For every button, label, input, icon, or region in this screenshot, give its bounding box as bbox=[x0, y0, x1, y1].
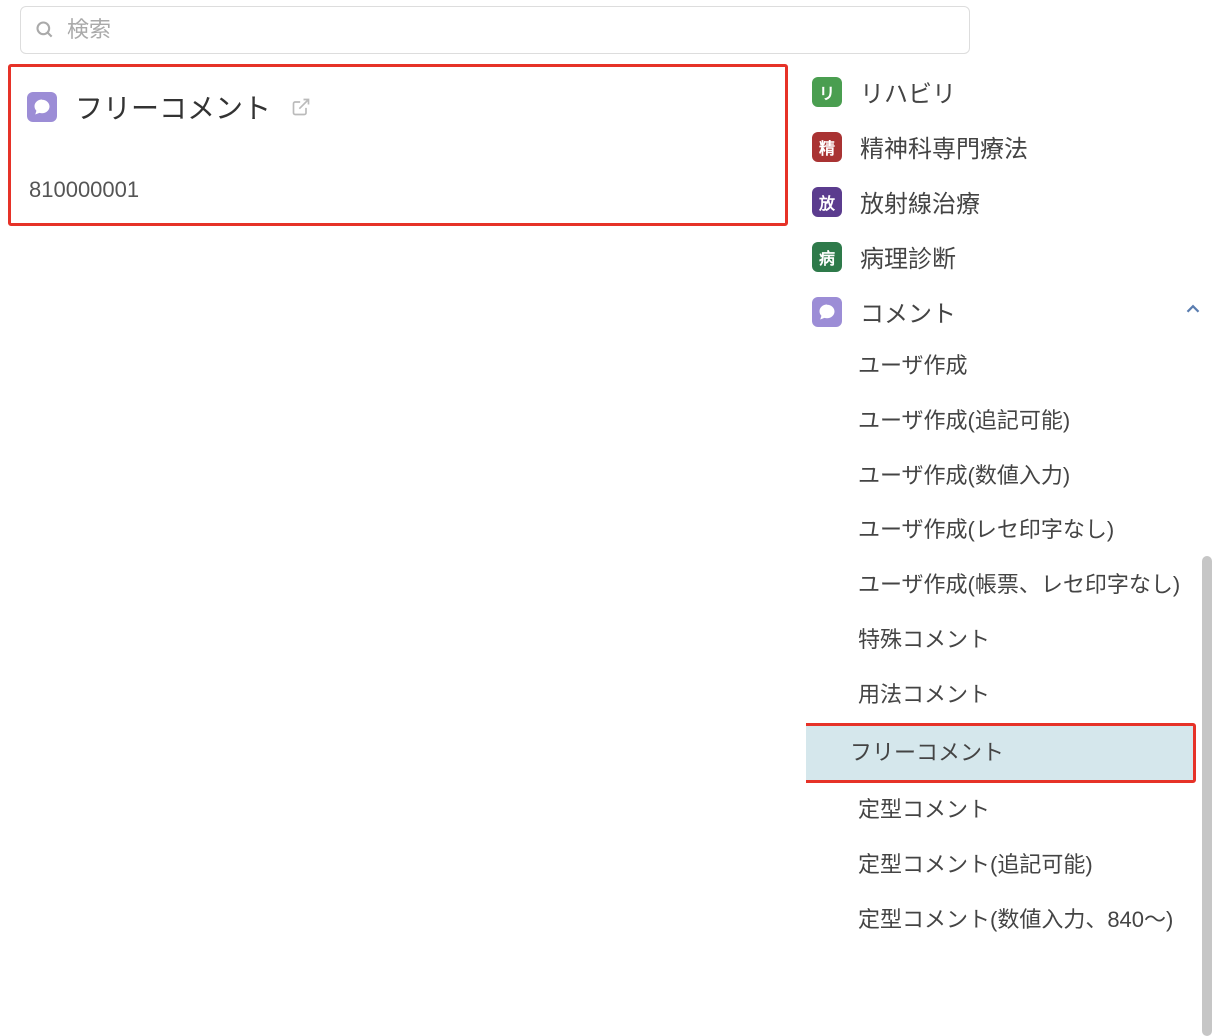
comment-badge-icon bbox=[812, 297, 842, 327]
comment-header: フリーコメント bbox=[21, 87, 775, 127]
sidebar-category-path[interactable]: 病 病理診断 bbox=[806, 229, 1214, 284]
rehab-badge-icon: リ bbox=[812, 77, 842, 107]
sidebar-category-radio[interactable]: 放 放射線治療 bbox=[806, 174, 1214, 229]
comment-code: 810000001 bbox=[29, 177, 775, 203]
sidebar: リ リハビリ 精 精神科専門療法 放 放射線治療 病 病理診断 コメント bbox=[806, 64, 1214, 968]
comment-sub-items: ユーザ作成 ユーザ作成(追記可能) ユーザ作成(数値入力) ユーザ作成(レセ印字… bbox=[806, 339, 1214, 948]
sub-item-usage-comment[interactable]: 用法コメント bbox=[850, 668, 1214, 723]
sub-item-user-create-form-noprint[interactable]: ユーザ作成(帳票、レセ印字なし) bbox=[850, 558, 1214, 613]
external-link-icon[interactable] bbox=[291, 97, 311, 117]
left-panel: フリーコメント 810000001 bbox=[0, 64, 788, 968]
main-layout: フリーコメント 810000001 リ リハビリ 精 精神科専門療法 放 bbox=[0, 64, 1214, 968]
scrollbar-thumb[interactable] bbox=[1202, 556, 1212, 1036]
category-label: コメント bbox=[860, 294, 956, 329]
sidebar-category-rehab[interactable]: リ リハビリ bbox=[806, 64, 1214, 119]
free-comment-card: フリーコメント 810000001 bbox=[8, 64, 788, 226]
search-bar[interactable] bbox=[20, 6, 970, 54]
comment-bubble-icon bbox=[27, 92, 57, 122]
sub-item-fixed-comment-append[interactable]: 定型コメント(追記可能) bbox=[850, 838, 1214, 893]
search-input[interactable] bbox=[67, 17, 955, 43]
scrollbar-track[interactable] bbox=[1200, 76, 1214, 980]
sub-item-user-create[interactable]: ユーザ作成 bbox=[850, 339, 1214, 394]
radio-badge-icon: 放 bbox=[812, 187, 842, 217]
sub-item-free-comment[interactable]: フリーコメント bbox=[806, 723, 1196, 784]
psych-badge-icon: 精 bbox=[812, 132, 842, 162]
category-label: 放射線治療 bbox=[860, 184, 980, 219]
sub-item-special-comment[interactable]: 特殊コメント bbox=[850, 613, 1214, 668]
path-badge-icon: 病 bbox=[812, 242, 842, 272]
category-label: リハビリ bbox=[860, 74, 956, 109]
category-label: 精神科専門療法 bbox=[860, 129, 1028, 164]
sub-item-fixed-comment-numeric[interactable]: 定型コメント(数値入力、840〜) bbox=[850, 893, 1214, 948]
search-icon bbox=[35, 20, 55, 40]
comment-title: フリーコメント bbox=[75, 87, 271, 127]
category-label: 病理診断 bbox=[860, 239, 956, 274]
sub-item-user-create-noprint[interactable]: ユーザ作成(レセ印字なし) bbox=[850, 503, 1214, 558]
sub-item-user-create-append[interactable]: ユーザ作成(追記可能) bbox=[850, 394, 1214, 449]
sidebar-category-comment[interactable]: コメント bbox=[806, 284, 1214, 339]
sub-item-user-create-numeric[interactable]: ユーザ作成(数値入力) bbox=[850, 449, 1214, 504]
sub-item-fixed-comment[interactable]: 定型コメント bbox=[850, 783, 1214, 838]
sidebar-category-psych[interactable]: 精 精神科専門療法 bbox=[806, 119, 1214, 174]
